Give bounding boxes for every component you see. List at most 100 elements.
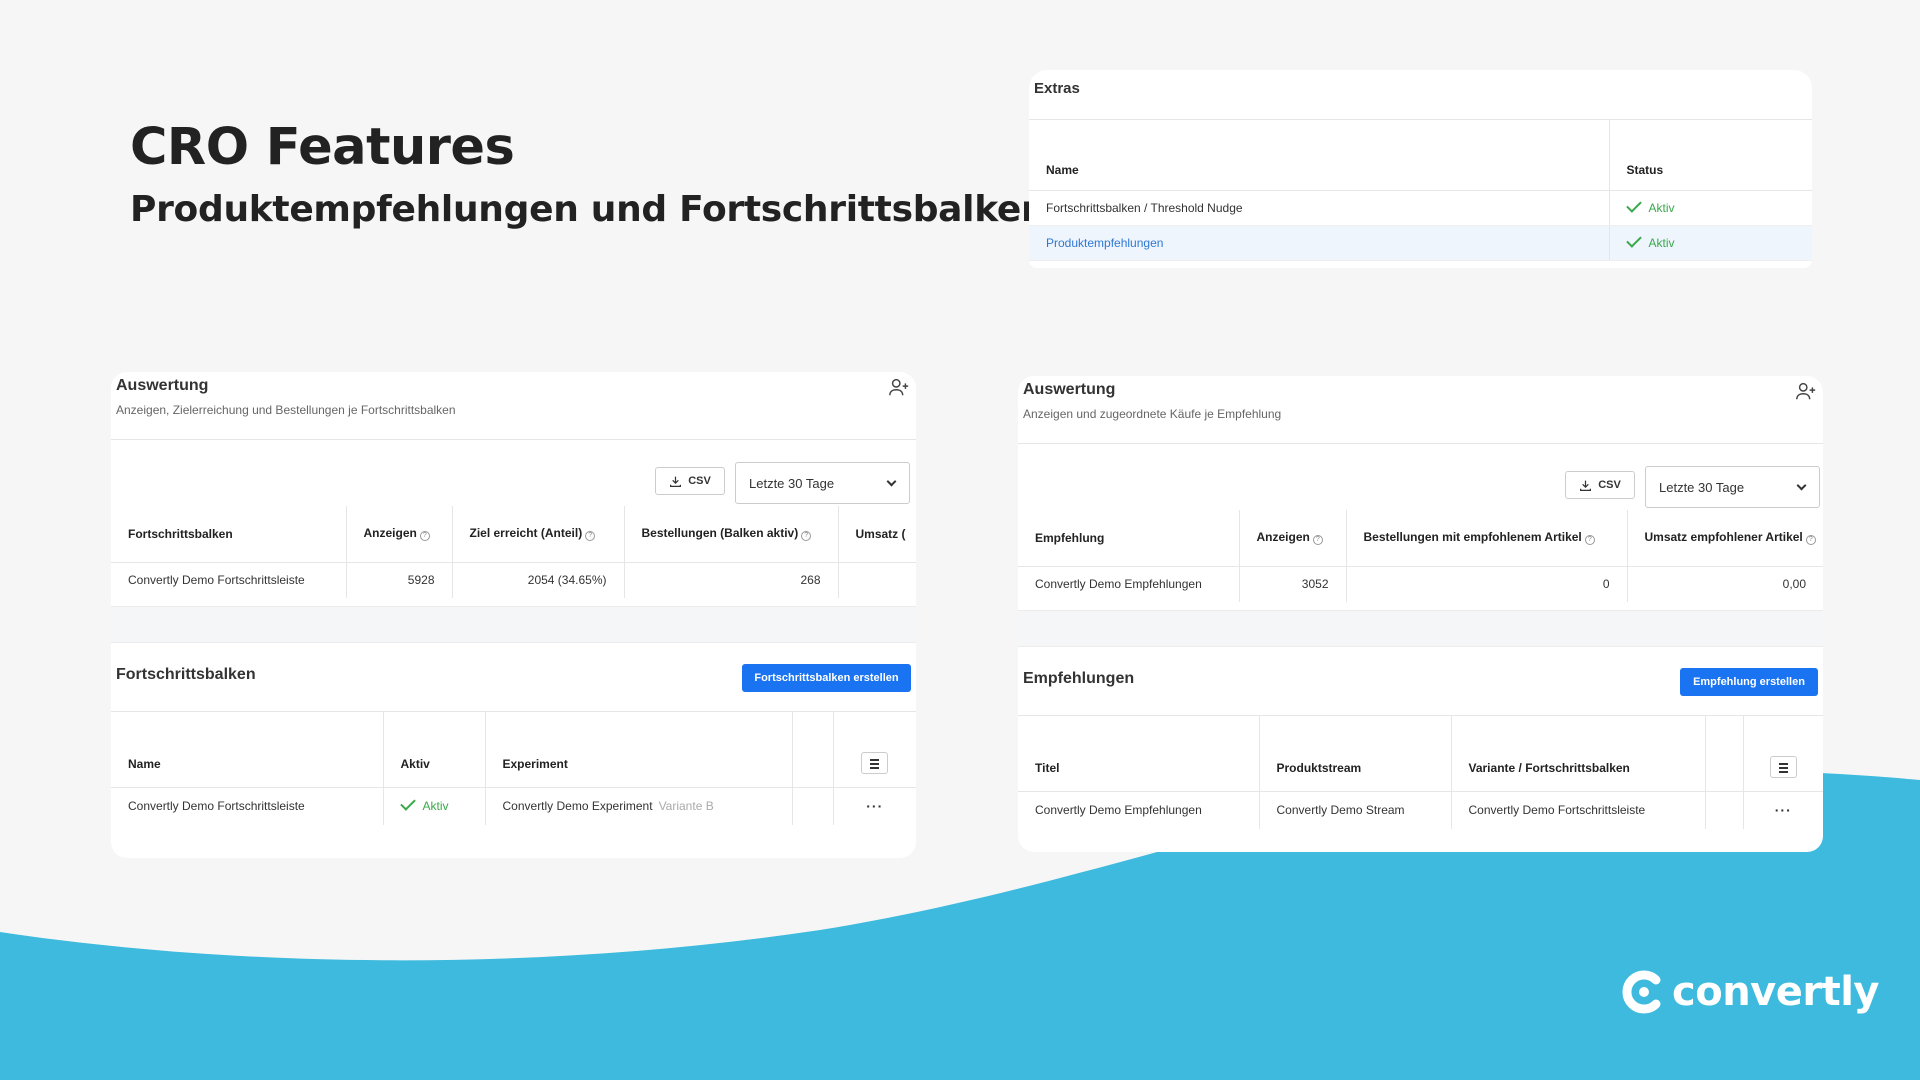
col-header: Variante / Fortschrittsbalken [1451,716,1706,792]
status-badge: Aktiv [1648,200,1675,215]
cell-umsatz: 0,00 [1782,576,1806,591]
chevron-down-icon [1796,480,1807,491]
date-range-value: Letzte 30 Tage [749,475,835,491]
variant-label: Variante B [658,799,714,814]
col-header: Bestellungen mit empfohlenem Artikel? [1346,510,1628,567]
section-title: Empfehlungen [1023,670,1135,687]
list-table-wrap: Name Aktiv Experiment Convertly Demo For… [111,712,916,825]
col-header: Ziel erreicht (Anteil)? [452,506,625,563]
cell-bestellungen: 0 [1346,566,1628,602]
extras-card: Extras Name Status Fortschrittsbalken / … [1029,70,1812,268]
extra-name[interactable]: Produktempfehlungen [1029,225,1609,261]
info-icon[interactable]: ? [1805,535,1816,546]
extra-name[interactable]: Fortschrittsbalken / Threshold Nudge [1029,190,1609,226]
date-range-value: Letzte 30 Tage [1659,479,1745,495]
check-icon [1625,231,1642,248]
extras-row[interactable]: Produktempfehlungen Aktiv [1029,225,1812,261]
panel-header: Auswertung Anzeigen und zugeordnete Käuf… [1018,376,1823,444]
cell-name[interactable]: Convertly Demo Fortschrittsleiste [111,787,384,825]
col-header-status: Status [1608,120,1812,191]
col-header: Anzeigen? [1239,510,1347,567]
col-header: Aktiv [383,712,486,788]
table-row[interactable]: Convertly Demo Empfehlungen Convertly De… [1018,791,1823,829]
col-header: Anzeigen? [346,506,453,563]
cell-titel[interactable]: Convertly Demo Empfehlungen [1018,791,1260,829]
col-header: Umsatz ( [838,506,916,563]
cell-experiment: Convertly Demo Experiment [502,799,653,814]
panel-title: Auswertung [116,377,209,394]
col-header: Bestellungen (Balken aktiv)? [624,506,839,563]
more-actions-icon[interactable]: ··· [1775,802,1792,818]
section-title: Fortschrittsbalken [116,666,256,683]
cell-stream: Convertly Demo Stream [1259,791,1452,829]
convertly-logo-icon [1622,970,1661,1014]
cell-bestellungen: 268 [624,562,839,598]
download-icon [1580,480,1592,491]
column-menu-icon[interactable] [861,751,889,774]
add-user-icon[interactable] [1795,380,1817,402]
stats-table-wrap: Empfehlung Anzeigen? Bestellungen mit em… [1018,510,1823,602]
col-header: Titel [1018,716,1260,792]
csv-export-button[interactable]: CSV [1565,471,1635,499]
panel-header: Auswertung Anzeigen, Zielerreichung und … [111,372,916,440]
panel-description: Anzeigen und zugeordnete Käufe je Empfeh… [1023,407,1282,421]
col-header: Empfehlung [1018,510,1240,567]
table-row[interactable]: Convertly Demo Fortschrittsleiste Aktiv … [111,787,916,825]
extras-row[interactable]: Fortschrittsbalken / Threshold Nudge Akt… [1029,190,1812,226]
info-icon[interactable]: ? [585,531,596,542]
section-header: Empfehlungen Empfehlung erstellen [1018,647,1823,716]
panel-title: Auswertung [1023,381,1116,398]
chevron-down-icon [886,476,897,487]
stats-table-wrap: Fortschrittsbalken Anzeigen? Ziel erreic… [111,506,916,598]
column-menu-icon[interactable] [1769,755,1797,778]
table-row: Convertly Demo Fortschrittsleiste 5928 2… [111,562,916,598]
cell-umsatz [838,562,916,598]
check-icon [399,795,416,812]
info-icon[interactable]: ? [1584,535,1595,546]
check-icon [1625,196,1642,213]
col-header: Produktstream [1259,716,1452,792]
col-header: Experiment [485,712,793,788]
panel-toolbar: CSV Letzte 30 Tage [1018,444,1823,510]
col-header: Umsatz empfohlener Artikel? [1627,510,1823,567]
cell-anzeigen: 5928 [346,562,453,598]
stats-table: Empfehlung Anzeigen? Bestellungen mit em… [1018,510,1823,602]
progress-bar-panel: Auswertung Anzeigen, Zielerreichung und … [111,372,916,858]
stats-table: Fortschrittsbalken Anzeigen? Ziel erreic… [111,506,916,598]
info-icon[interactable]: ? [801,531,812,542]
panel-toolbar: CSV Letzte 30 Tage [111,440,916,506]
info-icon[interactable]: ? [1312,535,1323,546]
section-divider [111,606,916,643]
section-divider [1018,610,1823,647]
table-row: Convertly Demo Empfehlungen 3052 0 0,00 [1018,566,1823,602]
cell-anzeigen: 3052 [1239,566,1347,602]
extras-title: Extras [1029,70,1812,120]
list-table: Name Aktiv Experiment Convertly Demo For… [111,712,916,825]
date-range-select[interactable]: Letzte 30 Tage [735,462,910,504]
create-recommendation-button[interactable]: Empfehlung erstellen [1680,668,1818,696]
cell-name: Convertly Demo Empfehlungen [1018,566,1240,602]
status-badge: Aktiv [422,799,449,814]
extras-table: Name Status Fortschrittsbalken / Thresho… [1029,120,1812,261]
csv-export-button[interactable]: CSV [655,467,725,495]
col-header: Fortschrittsbalken [111,506,347,563]
cell-ziel: 2054 (34.65%) [452,562,625,598]
list-table: Titel Produktstream Variante / Fortschri… [1018,716,1823,829]
section-header: Fortschrittsbalken Fortschrittsbalken er… [111,643,916,712]
logo-text: convertly [1672,969,1880,1015]
create-progress-bar-button[interactable]: Fortschrittsbalken erstellen [742,664,911,692]
list-table-wrap: Titel Produktstream Variante / Fortschri… [1018,716,1823,829]
hero-title: CRO Features [130,118,515,177]
hero-subtitle: Produktempfehlungen und Fortschrittsbalk… [130,189,1047,230]
csv-label: CSV [688,475,711,487]
date-range-select[interactable]: Letzte 30 Tage [1645,466,1820,508]
add-user-icon[interactable] [888,376,910,398]
more-actions-icon[interactable]: ··· [866,798,883,814]
status-badge: Aktiv [1648,235,1675,250]
csv-label: CSV [1598,479,1621,491]
download-icon [670,476,682,487]
info-icon[interactable]: ? [419,531,430,542]
convertly-logo: convertly [1620,968,1880,1016]
hero: CRO Features Produktempfehlungen und For… [130,118,1047,230]
col-header-name: Name [1029,120,1609,191]
